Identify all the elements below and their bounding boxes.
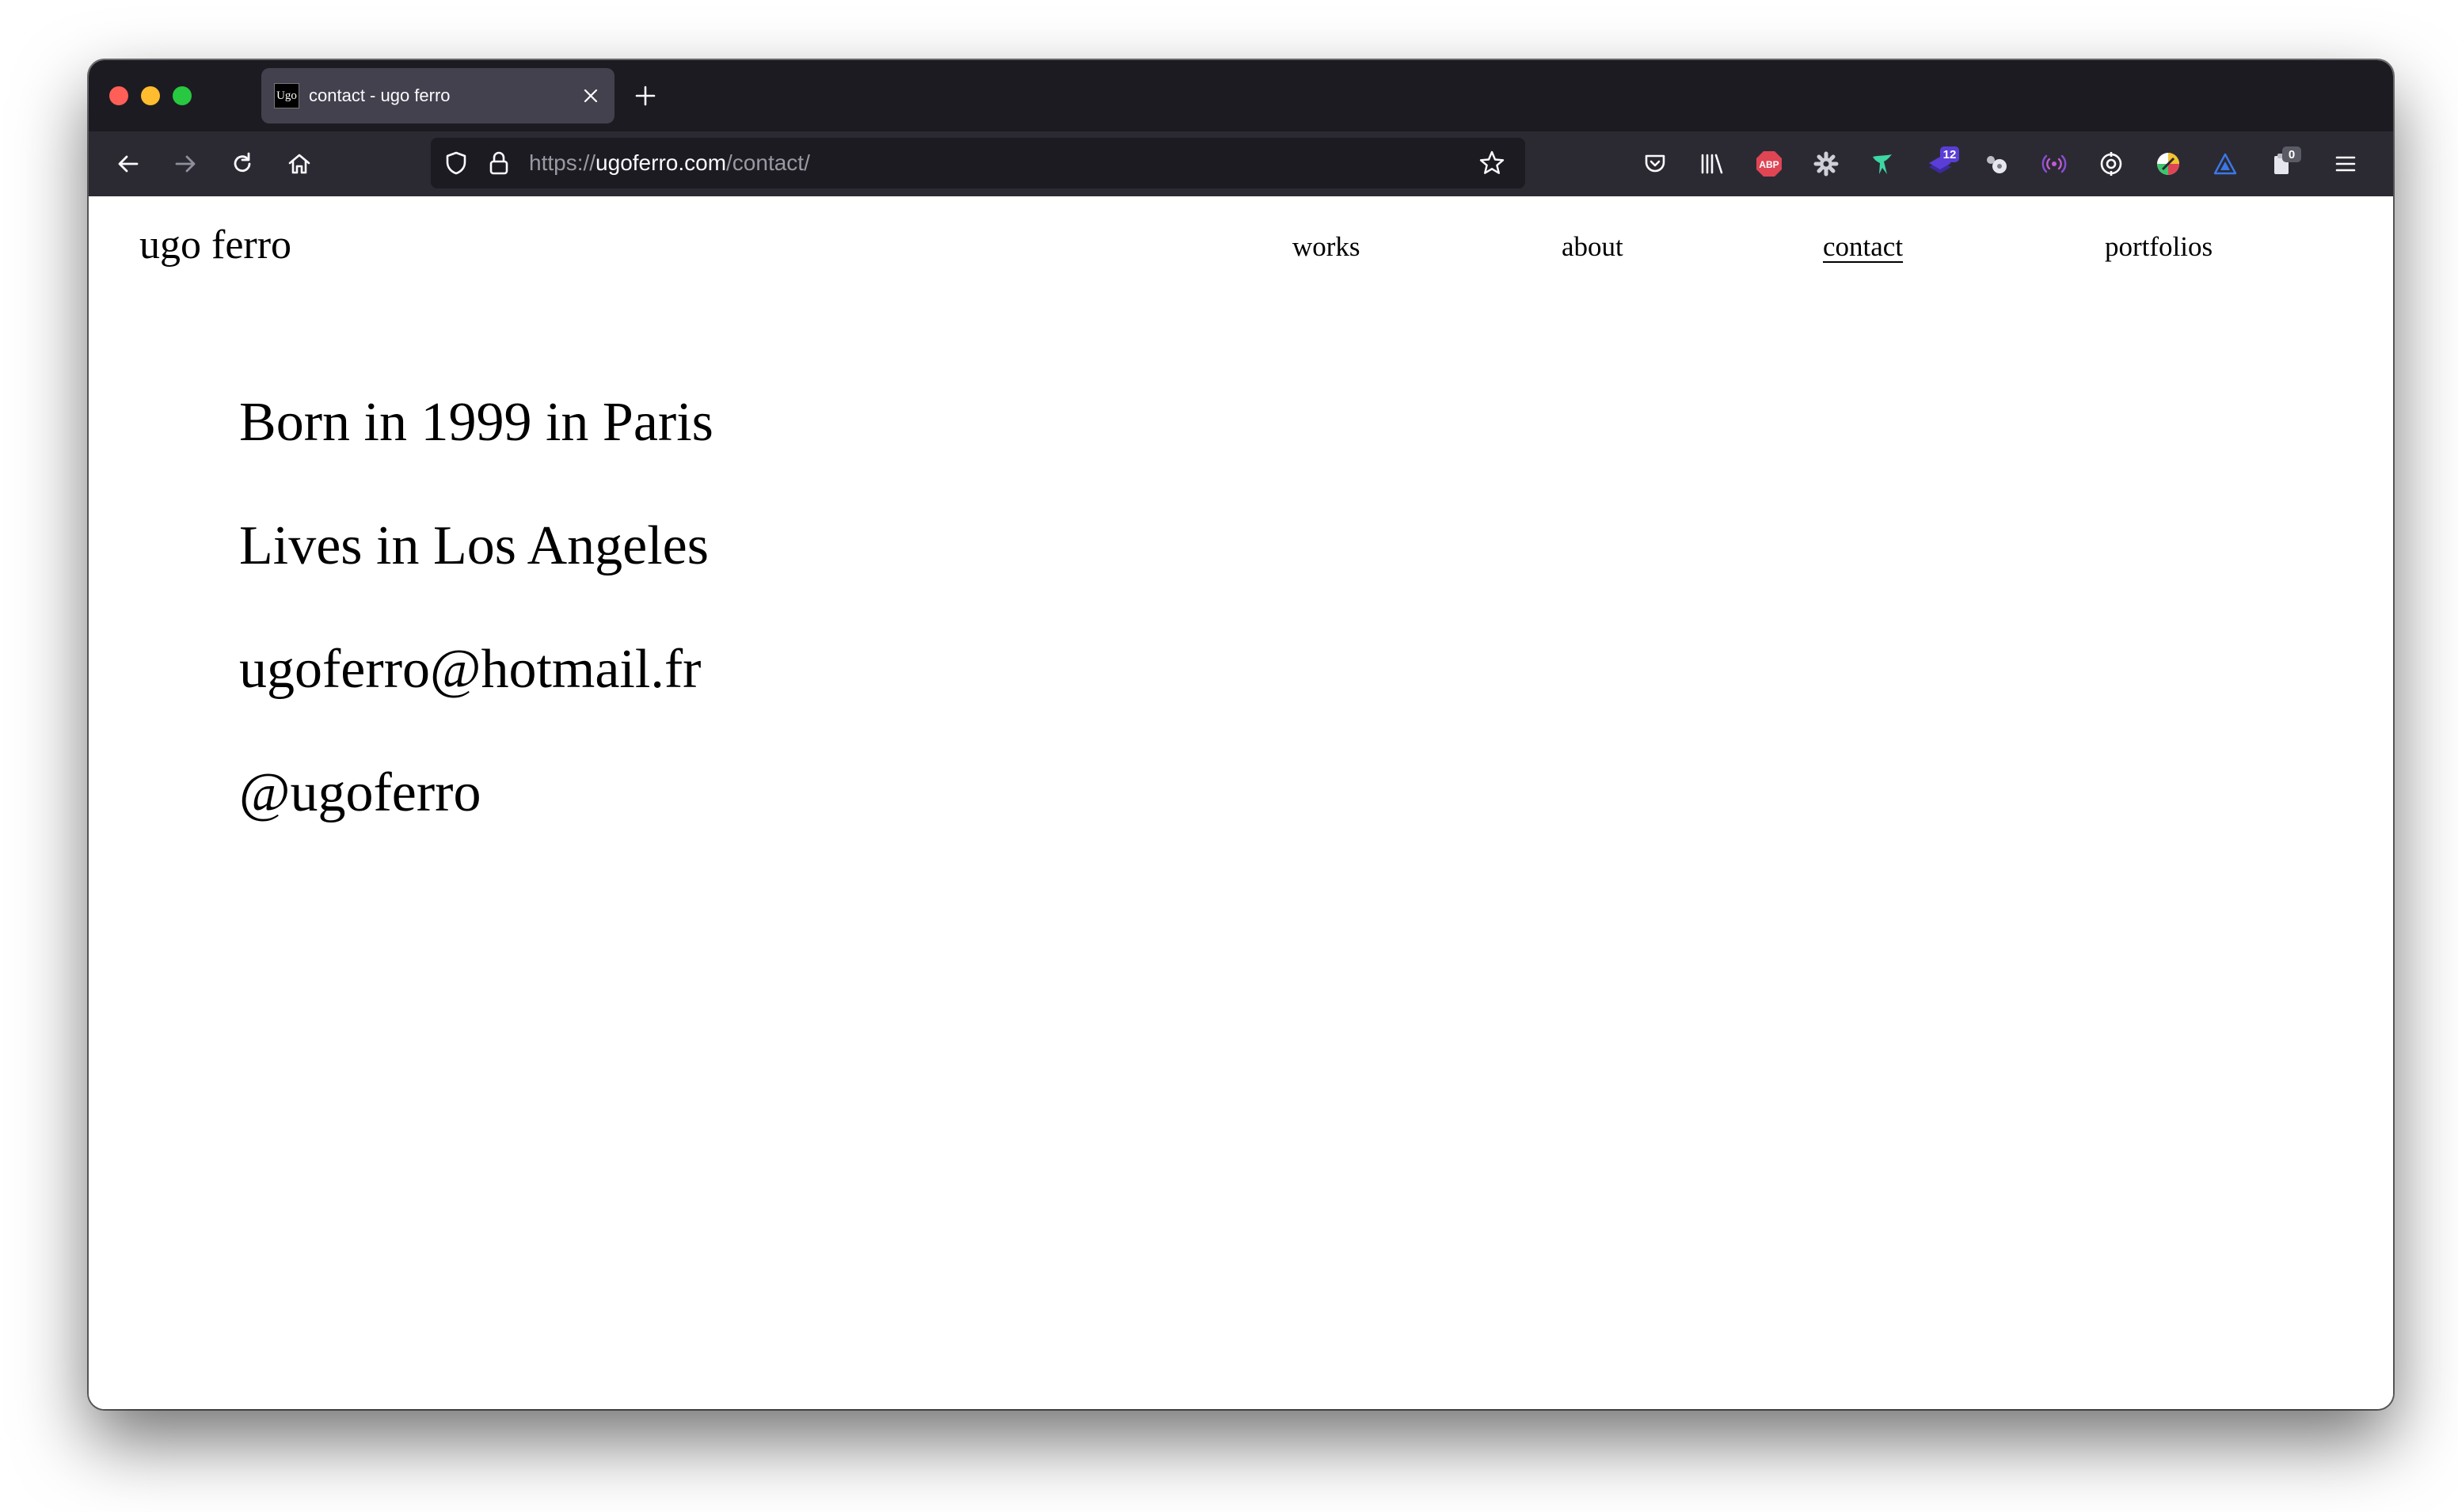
stack-extension-icon[interactable]: 12 [1921, 145, 1959, 183]
adblock-plus-icon[interactable]: ABP [1750, 145, 1788, 183]
gear-extension-icon[interactable] [1807, 145, 1845, 183]
favicon: Ugo [274, 83, 299, 108]
library-icon[interactable] [1693, 145, 1731, 183]
plus-icon [635, 85, 656, 106]
browser-window: Ugo contact - ugo ferro https://ugoferro… [89, 60, 2393, 1409]
nav-link-contact[interactable]: contact [1823, 231, 1903, 263]
birth-info: Born in 1999 in Paris [239, 392, 713, 453]
web-page: ugo ferro works about contact portfolios… [89, 196, 2393, 1409]
address-bar[interactable]: https://ugoferro.com/contact/ [431, 138, 1525, 188]
close-window-button[interactable] [109, 86, 128, 105]
home-icon [288, 154, 310, 174]
target-extension-icon[interactable] [2092, 145, 2130, 183]
bookmark-star-icon[interactable] [1478, 149, 1506, 177]
svg-text:ABP: ABP [1759, 159, 1779, 170]
nav-link-portfolios[interactable]: portfolios [2105, 231, 2213, 263]
tab-close-button[interactable] [575, 80, 607, 112]
close-icon [584, 89, 598, 103]
url-path: /contact/ [726, 150, 810, 175]
nav-link-about[interactable]: about [1562, 231, 1623, 263]
cookie-extension-icon[interactable] [1978, 145, 2016, 183]
url-host: ugoferro.com [595, 150, 727, 175]
color-wheel-extension-icon[interactable] [2149, 145, 2187, 183]
residence-info: Lives in Los Angeles [239, 515, 709, 576]
forward-arrow-icon [175, 155, 196, 173]
clipboard-count-badge: 0 [2282, 146, 2301, 162]
triangle-extension-icon[interactable] [2206, 145, 2244, 183]
home-button[interactable] [280, 145, 318, 183]
url-text[interactable]: https://ugoferro.com/contact/ [529, 138, 810, 188]
instagram-handle-link[interactable]: @ugoferro [239, 762, 481, 825]
reload-button[interactable] [223, 145, 261, 183]
forward-button[interactable] [166, 145, 204, 183]
minimize-window-button[interactable] [141, 86, 160, 105]
hamburger-menu-icon[interactable] [2327, 145, 2365, 183]
back-button[interactable] [109, 145, 147, 183]
tab-contact[interactable]: Ugo contact - ugo ferro [261, 68, 614, 123]
signal-extension-icon[interactable] [2035, 145, 2073, 183]
back-arrow-icon [118, 155, 139, 173]
lock-icon[interactable] [485, 149, 513, 177]
navigation-toolbar: https://ugoferro.com/contact/ ABP 12 0 [89, 131, 2393, 196]
tracking-protection-shield-icon[interactable] [442, 149, 470, 177]
email-link[interactable]: ugoferro@hotmail.fr [239, 638, 701, 701]
site-title-link[interactable]: ugo ferro [139, 222, 291, 268]
new-tab-button[interactable] [627, 78, 664, 114]
clipboard-extension-icon[interactable]: 0 [2263, 145, 2301, 183]
pocket-icon[interactable] [1636, 145, 1674, 183]
tab-strip: Ugo contact - ugo ferro [89, 60, 2393, 131]
reload-icon [234, 152, 251, 173]
zoom-window-button[interactable] [173, 86, 192, 105]
notification-count-badge: 12 [1940, 146, 1959, 162]
tab-title: contact - ugo ferro [309, 85, 451, 105]
nav-link-works[interactable]: works [1292, 231, 1360, 263]
bird-extension-icon[interactable] [1864, 145, 1902, 183]
